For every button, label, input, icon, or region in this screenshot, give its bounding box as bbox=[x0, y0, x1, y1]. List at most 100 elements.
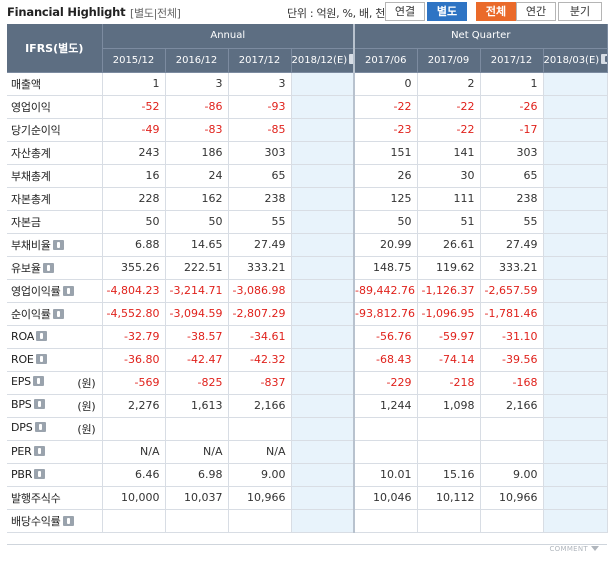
value-cell bbox=[354, 440, 418, 464]
value-cell bbox=[291, 394, 356, 418]
row-label: 자본금 bbox=[11, 215, 41, 229]
value-cell: 228 bbox=[102, 187, 166, 211]
info-icon[interactable] bbox=[33, 398, 45, 409]
row-label-cell: 매출액 bbox=[7, 72, 103, 96]
row-label-cell: BPS (원) bbox=[7, 394, 103, 418]
quarter-col-header: 2017/06 bbox=[354, 48, 418, 73]
info-icon[interactable] bbox=[601, 54, 607, 64]
row-label-cell: 영업이익률 bbox=[7, 279, 103, 303]
value-cell: -22 bbox=[354, 95, 418, 119]
quarter-button[interactable]: 분기 bbox=[558, 2, 602, 21]
value-cell: -3,214.71 bbox=[165, 279, 229, 303]
info-icon[interactable] bbox=[62, 515, 74, 526]
comment-toggle[interactable]: COMMENT bbox=[549, 545, 599, 553]
value-cell: -59.97 bbox=[417, 325, 481, 349]
row-unit: (원) bbox=[77, 376, 96, 390]
info-icon[interactable] bbox=[32, 375, 44, 386]
value-cell: 10,966 bbox=[228, 486, 292, 510]
value-cell: -1,781.46 bbox=[480, 302, 544, 326]
value-cell: N/A bbox=[102, 440, 166, 464]
row-label-cell: ROE bbox=[7, 348, 103, 372]
value-cell: 186 bbox=[165, 141, 229, 165]
row-label-cell: 영업이익 bbox=[7, 95, 103, 119]
annual-group-header: Annual bbox=[102, 24, 356, 49]
annual-col-header-estimate: 2018/12(E) bbox=[291, 48, 356, 73]
value-cell: -85 bbox=[228, 118, 292, 142]
value-cell bbox=[291, 463, 356, 487]
value-cell: 2,166 bbox=[228, 394, 292, 418]
value-cell bbox=[543, 486, 608, 510]
value-cell bbox=[228, 509, 292, 533]
row-label: PER bbox=[11, 445, 32, 458]
value-cell: 55 bbox=[480, 210, 544, 234]
value-cell: 10,112 bbox=[417, 486, 481, 510]
value-cell: 65 bbox=[228, 164, 292, 188]
value-cell: 10.01 bbox=[354, 463, 418, 487]
row-label: DPS bbox=[11, 420, 33, 434]
value-cell: 6.98 bbox=[165, 463, 229, 487]
value-cell bbox=[480, 440, 544, 464]
value-cell: -218 bbox=[417, 371, 481, 395]
row-unit: (원) bbox=[77, 422, 96, 436]
value-cell: 30 bbox=[417, 164, 481, 188]
value-cell: 111 bbox=[417, 187, 481, 211]
annual-col-header: 2017/12 bbox=[228, 48, 292, 73]
separate-button[interactable]: 별도 bbox=[427, 2, 467, 21]
value-cell: 9.00 bbox=[228, 463, 292, 487]
value-cell bbox=[480, 509, 544, 533]
info-icon[interactable] bbox=[52, 239, 64, 250]
row-label-cell: EPS (원) bbox=[7, 371, 103, 395]
table-row: 순이익률 -4,552.80 -3,094.59 -2,807.29 -93,812.7… bbox=[7, 302, 608, 326]
row-label: EPS bbox=[11, 374, 31, 388]
annual-button[interactable]: 연간 bbox=[516, 2, 556, 21]
row-label: 유보율 bbox=[11, 261, 41, 275]
row-label-cell: 유보율 bbox=[7, 256, 103, 280]
row-label-cell: 발행주식수 bbox=[7, 486, 103, 510]
value-cell: 50 bbox=[102, 210, 166, 234]
value-cell: -39.56 bbox=[480, 348, 544, 372]
consolidated-button[interactable]: 연결 bbox=[385, 2, 425, 21]
info-icon[interactable] bbox=[35, 354, 47, 364]
table-row: DPS (원) bbox=[7, 417, 608, 441]
info-icon[interactable] bbox=[62, 285, 74, 296]
info-icon[interactable] bbox=[33, 446, 45, 456]
value-cell: -56.76 bbox=[354, 325, 418, 349]
value-cell bbox=[543, 509, 608, 533]
value-cell bbox=[291, 95, 356, 119]
row-label: ROA bbox=[11, 330, 35, 343]
value-cell: -49 bbox=[102, 118, 166, 142]
value-cell: -38.57 bbox=[165, 325, 229, 349]
value-cell: 20.99 bbox=[354, 233, 418, 257]
annual-col-estimate-label: 2018/12(E) bbox=[291, 55, 348, 66]
value-cell bbox=[354, 509, 418, 533]
all-button[interactable]: 전체 bbox=[476, 2, 516, 21]
financial-highlight-table: IFRS(별도) Annual Net Quarter 2015/12 2016… bbox=[7, 24, 608, 533]
row-label-cell: 배당수익률 bbox=[7, 509, 103, 533]
value-cell bbox=[543, 302, 608, 326]
row-label-cell: 순이익률 bbox=[7, 302, 103, 326]
row-label-cell: 부채총계 bbox=[7, 164, 103, 188]
value-cell: -31.10 bbox=[480, 325, 544, 349]
value-cell bbox=[417, 440, 481, 464]
value-cell bbox=[543, 233, 608, 257]
value-cell bbox=[291, 118, 356, 142]
quarter-group-header: Net Quarter bbox=[354, 24, 608, 49]
financial-table: IFRS(별도) Annual Net Quarter 2015/12 2016… bbox=[7, 24, 608, 533]
value-cell bbox=[543, 141, 608, 165]
value-cell bbox=[291, 256, 356, 280]
value-cell: 6.46 bbox=[102, 463, 166, 487]
info-icon[interactable] bbox=[34, 421, 46, 432]
value-cell: 50 bbox=[354, 210, 418, 234]
value-cell bbox=[291, 141, 356, 165]
value-cell: -22 bbox=[417, 118, 481, 142]
value-cell: 303 bbox=[480, 141, 544, 165]
info-icon[interactable] bbox=[42, 262, 54, 273]
value-cell: 16 bbox=[102, 164, 166, 188]
info-icon[interactable] bbox=[36, 331, 48, 341]
value-cell: -42.32 bbox=[228, 348, 292, 372]
info-icon[interactable] bbox=[52, 308, 64, 319]
info-icon[interactable] bbox=[34, 469, 46, 479]
page-title: Financial Highlight bbox=[7, 5, 126, 19]
value-cell: 303 bbox=[228, 141, 292, 165]
row-unit: (원) bbox=[77, 399, 96, 413]
